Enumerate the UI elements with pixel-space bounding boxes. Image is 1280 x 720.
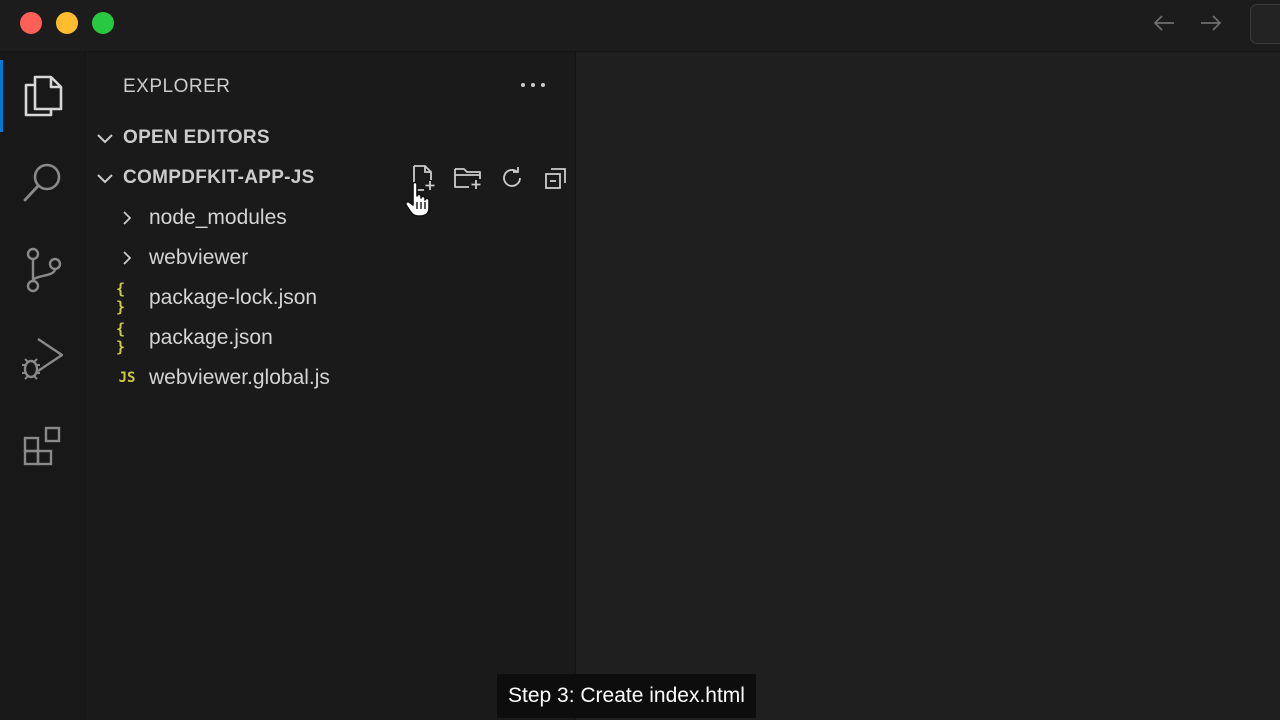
source-control-icon <box>26 247 62 293</box>
chevron-right-icon <box>116 207 138 229</box>
window-maximize-button[interactable] <box>92 12 114 34</box>
chevron-down-icon <box>97 134 113 144</box>
refresh-button[interactable] <box>490 160 534 196</box>
activity-explorer[interactable] <box>0 60 86 132</box>
collapse-all-icon <box>545 168 566 189</box>
activity-source-control[interactable] <box>0 234 86 306</box>
editor-area[interactable] <box>576 52 1280 720</box>
files-icon <box>24 75 63 117</box>
activity-search[interactable] <box>0 146 86 218</box>
navigate-back-button[interactable] <box>1150 10 1178 36</box>
arrow-right-icon <box>1201 15 1222 31</box>
activity-run-debug[interactable] <box>0 322 86 394</box>
explorer-title: EXPLORER <box>123 76 231 97</box>
window-minimize-button[interactable] <box>56 12 78 34</box>
video-caption: Step 3: Create index.html <box>497 674 756 718</box>
js-file-icon: JS <box>118 370 136 386</box>
more-actions-button[interactable] <box>516 70 550 100</box>
section-project[interactable]: COMPDFKIT-APP-JS <box>86 160 576 196</box>
chevron-right-icon <box>116 247 138 269</box>
chevron-down-icon <box>97 174 113 184</box>
navigate-forward-button[interactable] <box>1197 10 1225 36</box>
tree-item-label: node_modules <box>149 206 287 229</box>
section-open-editors-label: OPEN EDITORS <box>123 127 270 148</box>
tree-item-file[interactable]: JS webviewer.global.js <box>86 358 576 398</box>
arrow-left-icon <box>1153 15 1174 31</box>
ellipsis-icon <box>521 83 545 87</box>
command-center[interactable] <box>1250 4 1280 44</box>
tree-item-label: package-lock.json <box>149 286 318 309</box>
new-folder-icon <box>454 168 481 189</box>
file-tree: node_modules webviewer { } package-lock.… <box>86 198 576 398</box>
activity-extensions[interactable] <box>0 410 86 482</box>
title-bar <box>0 0 1280 52</box>
refresh-icon <box>503 167 521 187</box>
json-file-icon: { } <box>116 320 127 356</box>
run-debug-icon <box>22 338 64 380</box>
collapse-all-button[interactable] <box>534 160 578 196</box>
tree-item-folder[interactable]: webviewer <box>86 238 576 278</box>
activity-bar <box>0 52 86 720</box>
tree-item-file[interactable]: { } package.json <box>86 318 576 358</box>
tree-item-file[interactable]: { } package-lock.json <box>86 278 576 318</box>
search-icon <box>23 163 61 202</box>
section-project-label: COMPDFKIT-APP-JS <box>123 167 315 188</box>
json-file-icon: { } <box>116 280 127 316</box>
tree-item-label: package.json <box>149 326 273 349</box>
tree-item-label: webviewer.global.js <box>149 366 330 389</box>
section-open-editors[interactable]: OPEN EDITORS <box>86 120 576 156</box>
window-close-button[interactable] <box>20 12 42 34</box>
tree-item-folder[interactable]: node_modules <box>86 198 576 238</box>
hand-pointer-cursor-icon <box>404 181 430 217</box>
explorer-sidebar: EXPLORER OPEN EDITORS COMPDFKIT-APP-JS n… <box>86 52 576 720</box>
new-folder-button[interactable] <box>446 160 490 196</box>
caption-text: Step 3: Create index.html <box>508 684 745 707</box>
tree-item-label: webviewer <box>149 246 249 269</box>
extensions-icon <box>23 426 61 466</box>
